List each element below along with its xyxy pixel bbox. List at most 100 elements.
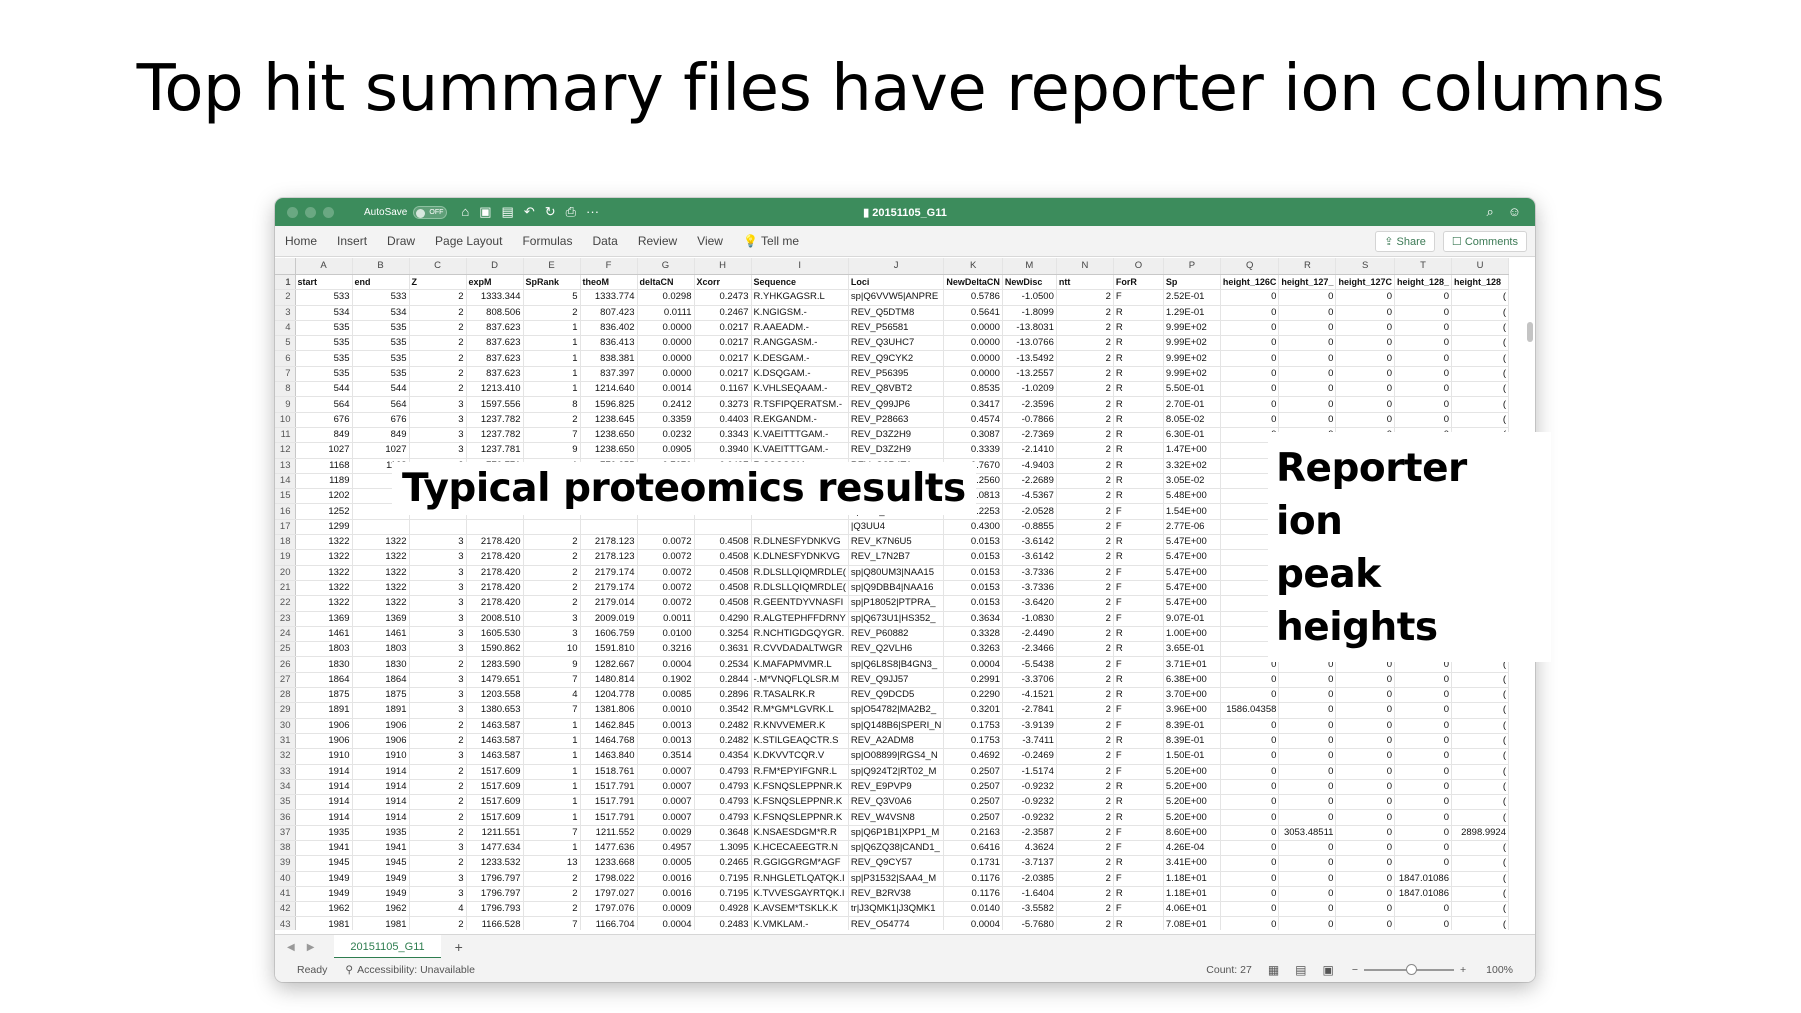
cell[interactable]: R	[1113, 916, 1164, 930]
cell[interactable]: R	[1113, 335, 1164, 352]
cell[interactable]: 3053.48511	[1278, 825, 1337, 841]
cell[interactable]: -0.9232	[1002, 809, 1057, 826]
cell[interactable]: 0	[1394, 702, 1453, 719]
cell[interactable]: 535	[295, 335, 353, 352]
header-cell[interactable]: deltaCN	[637, 274, 695, 291]
cell[interactable]: 0	[1394, 855, 1453, 872]
cell[interactable]: 9.99E+02	[1163, 350, 1221, 367]
cell[interactable]: 2	[523, 580, 581, 597]
cell[interactable]: 3	[409, 442, 467, 459]
cell[interactable]: 2	[409, 320, 467, 337]
cell[interactable]: 0	[1220, 886, 1280, 903]
cell[interactable]: 5.20E+00	[1163, 779, 1221, 796]
cell[interactable]: 3.65E-01	[1163, 641, 1221, 658]
cell[interactable]: 2	[409, 733, 467, 750]
cell[interactable]: 1461	[352, 626, 410, 643]
cell[interactable]: F	[1113, 825, 1164, 841]
row-header[interactable]: 34	[275, 779, 296, 796]
cell[interactable]: 2	[1056, 871, 1114, 887]
header-cell[interactable]: expM	[466, 274, 524, 291]
cell[interactable]: 837.623	[466, 335, 524, 352]
row-header[interactable]: 26	[275, 656, 296, 673]
cell[interactable]: 0.1902	[637, 672, 695, 689]
cell[interactable]: REV_B2RV38	[848, 886, 945, 903]
cell[interactable]: 0.4290	[694, 611, 752, 627]
cell[interactable]: 1798.022	[580, 871, 638, 887]
cell[interactable]: 0	[1394, 305, 1453, 321]
cell[interactable]: 1463.840	[580, 748, 638, 765]
cell[interactable]	[523, 519, 581, 536]
column-header[interactable]: U	[1451, 258, 1510, 275]
cell[interactable]: R.M*GM*LGVRK.L	[751, 702, 849, 719]
cell[interactable]: 3.71E+01	[1163, 656, 1221, 673]
cell[interactable]: 1914	[295, 809, 353, 826]
cell[interactable]: 5.20E+00	[1163, 794, 1221, 811]
cell[interactable]: 0	[1220, 794, 1280, 811]
cell[interactable]: 0	[1394, 412, 1453, 428]
cell[interactable]: REV_Q9DCD5	[848, 687, 945, 704]
cell[interactable]: (	[1451, 871, 1510, 887]
cell[interactable]: 0	[1278, 886, 1337, 903]
cell[interactable]: 1233.532	[466, 855, 524, 872]
cell[interactable]: 2.77E-06	[1163, 519, 1221, 536]
cell[interactable]: 1322	[295, 534, 353, 551]
cell[interactable]: 1238.650	[580, 442, 638, 459]
cell[interactable]: 1796.797	[466, 886, 524, 903]
cell[interactable]: 1	[523, 350, 581, 367]
cell[interactable]: 1	[523, 779, 581, 796]
cell[interactable]: 0	[1220, 396, 1280, 413]
cell[interactable]: 2	[1056, 626, 1114, 643]
cell[interactable]: 0.0016	[637, 871, 695, 887]
cell[interactable]: 0.0000	[637, 350, 695, 367]
cell[interactable]: -2.0528	[1002, 503, 1057, 520]
cell[interactable]: 0	[1278, 916, 1337, 930]
cell[interactable]: 0	[1394, 718, 1453, 734]
cell[interactable]: sp|Q148B6|SPERI_N	[848, 718, 945, 734]
cell[interactable]: 0.2465	[694, 855, 752, 872]
cell[interactable]: R.NHGLETLQATQK.I	[751, 871, 849, 887]
cell[interactable]: 1322	[352, 534, 410, 551]
cell[interactable]: 1.50E-01	[1163, 748, 1221, 765]
cell[interactable]: 0.3201	[943, 702, 1003, 719]
cell[interactable]: 2	[409, 289, 467, 306]
cell[interactable]: K.MAFAPMVMR.L	[751, 656, 849, 673]
cell[interactable]: 3	[409, 641, 467, 658]
cell[interactable]: 8.39E-01	[1163, 733, 1221, 750]
cell[interactable]: REV_P56581	[848, 320, 945, 337]
cell[interactable]: F	[1113, 595, 1164, 612]
cell[interactable]: 1369	[352, 611, 410, 627]
cell[interactable]: sp|Q673U1|HS352_	[848, 611, 945, 627]
cell[interactable]: F	[1113, 718, 1164, 734]
cell[interactable]: 8	[523, 396, 581, 413]
cell[interactable]: -5.7680	[1002, 916, 1057, 930]
cell[interactable]: 0.0111	[637, 305, 695, 321]
add-sheet-button[interactable]: +	[455, 939, 463, 955]
cell[interactable]: 2	[409, 916, 467, 930]
cell[interactable]: 534	[295, 305, 353, 321]
cell[interactable]: 0.4793	[694, 809, 752, 826]
cell[interactable]: 0.4300	[943, 519, 1003, 536]
cell[interactable]: R	[1113, 366, 1164, 383]
cell[interactable]: 1233.668	[580, 855, 638, 872]
cell[interactable]: R.NCHTIGDGQYGR.	[751, 626, 849, 643]
cell[interactable]: 0.4793	[694, 794, 752, 811]
cell[interactable]: 2	[1056, 733, 1114, 750]
cell[interactable]: 3.70E+00	[1163, 687, 1221, 704]
cell[interactable]: 0.0217	[694, 320, 752, 337]
cell[interactable]: 2	[1056, 565, 1114, 581]
cell[interactable]: 1211.551	[466, 825, 524, 841]
cell[interactable]: 13	[523, 855, 581, 872]
cell[interactable]: 3.96E+00	[1163, 702, 1221, 719]
cell[interactable]: 0.2163	[943, 825, 1003, 841]
cell[interactable]: 0.0072	[637, 595, 695, 612]
cell[interactable]: 0	[1278, 871, 1337, 887]
cell[interactable]: 2	[1056, 825, 1114, 841]
cell[interactable]: R	[1113, 488, 1164, 505]
cell[interactable]: 0	[1278, 718, 1337, 734]
cell[interactable]: 1.18E+01	[1163, 886, 1221, 903]
cell[interactable]: -3.3706	[1002, 672, 1057, 689]
cell[interactable]: 0	[1278, 687, 1337, 704]
cell[interactable]: 1517.791	[580, 809, 638, 826]
cell[interactable]: F	[1113, 503, 1164, 520]
cell[interactable]: 1238.645	[580, 412, 638, 428]
